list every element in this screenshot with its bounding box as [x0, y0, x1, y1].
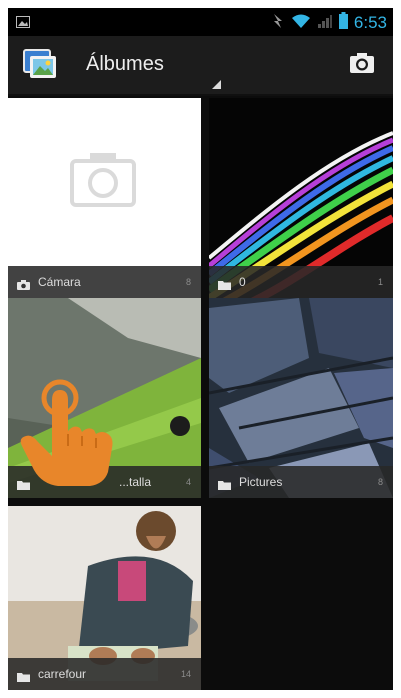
camera-button[interactable] [349, 52, 375, 79]
album-count: 14 [180, 669, 191, 679]
album-caption: 0 1 [209, 266, 393, 298]
page-title: Álbumes [86, 53, 164, 75]
action-bar: Álbumes [8, 36, 393, 96]
signal-boost-icon [271, 13, 285, 34]
phone-screen: 6:53 Álbumes Cámara 8 0 1 ...talla 4 Pic… [8, 8, 393, 690]
gallery-app-icon[interactable] [22, 48, 58, 85]
dropdown-indicator-icon[interactable] [212, 76, 221, 94]
album-count: 8 [377, 477, 383, 487]
folder-icon [218, 277, 231, 295]
status-clock: 6:53 [353, 13, 387, 32]
album-tile-0[interactable]: 0 1 [209, 98, 393, 298]
album-count: 1 [377, 277, 383, 287]
image-notification-icon [16, 15, 30, 33]
battery-icon [338, 12, 348, 34]
album-caption: Cámara 8 [8, 266, 201, 298]
album-name: 0 [239, 275, 246, 289]
album-count: 8 [185, 277, 191, 287]
folder-icon [17, 669, 30, 687]
status-bar: 6:53 [8, 8, 393, 36]
camera-icon [350, 53, 374, 73]
camera-icon [17, 277, 30, 295]
album-tile-camara[interactable]: Cámara 8 [8, 98, 201, 298]
album-tile-carrefour[interactable]: carrefour 14 [8, 506, 201, 690]
tap-hand-icon [18, 376, 133, 491]
album-name: carrefour [38, 667, 87, 681]
album-caption: carrefour 14 [8, 658, 201, 690]
folder-icon [218, 477, 231, 495]
album-name: Pictures [239, 475, 283, 489]
camera-placeholder-icon [70, 153, 136, 207]
album-tile-pictures[interactable]: Pictures 8 [209, 298, 393, 498]
wifi-icon [291, 13, 311, 34]
cell-signal-icon [317, 13, 333, 34]
album-name: Cámara [38, 275, 81, 289]
album-count: 4 [185, 477, 191, 487]
album-caption: Pictures 8 [209, 466, 393, 498]
